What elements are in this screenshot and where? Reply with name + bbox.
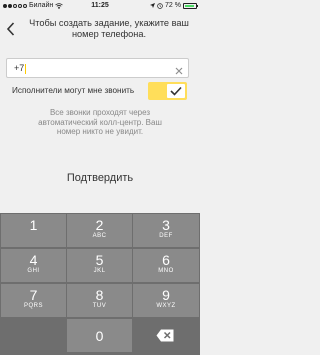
privacy-note: Все звонки проходят через автоматический…	[38, 108, 162, 136]
battery-percent: 72 %	[165, 2, 181, 9]
confirm-button[interactable]: Подтвердить	[0, 168, 200, 188]
page-title: Чтобы создать задание, укажите ваш номер…	[29, 18, 189, 39]
key-8[interactable]: 8 TUV	[67, 284, 132, 317]
key-5[interactable]: 5 JKL	[67, 249, 132, 282]
key-1[interactable]: 1	[1, 214, 66, 247]
checkmark-icon	[170, 86, 182, 96]
key-6[interactable]: 6 MNO	[133, 249, 199, 282]
clear-circle-icon[interactable]	[174, 63, 184, 75]
callers-toggle-label: Исполнители могут мне звонить	[12, 86, 135, 95]
backspace-icon	[156, 329, 174, 342]
alarm-icon	[157, 2, 163, 9]
callers-toggle[interactable]	[148, 82, 187, 100]
key-9[interactable]: 9 WXYZ	[133, 284, 199, 317]
phone-input-value[interactable]: +7	[14, 63, 26, 74]
numeric-keypad: 1 2 ABC 3 DEF 4 GHI 5 JKL 6 MNO 7 PQRS 8…	[0, 213, 200, 355]
key-3[interactable]: 3 DEF	[133, 214, 199, 247]
key-empty	[1, 319, 66, 352]
backspace-key[interactable]	[133, 319, 199, 352]
key-2[interactable]: 2 ABC	[67, 214, 132, 247]
chevron-left-icon[interactable]	[6, 22, 18, 36]
status-bar: Билайн 11:25 72 %	[0, 0, 200, 12]
battery-icon	[183, 2, 198, 9]
phone-input[interactable]: +7	[6, 58, 189, 78]
key-0[interactable]: 0	[67, 319, 132, 352]
key-4[interactable]: 4 GHI	[1, 249, 66, 282]
callers-toggle-row: Исполнители могут мне звонить	[6, 82, 189, 100]
key-7[interactable]: 7 PQRS	[1, 284, 66, 317]
location-arrow-icon	[150, 3, 156, 8]
